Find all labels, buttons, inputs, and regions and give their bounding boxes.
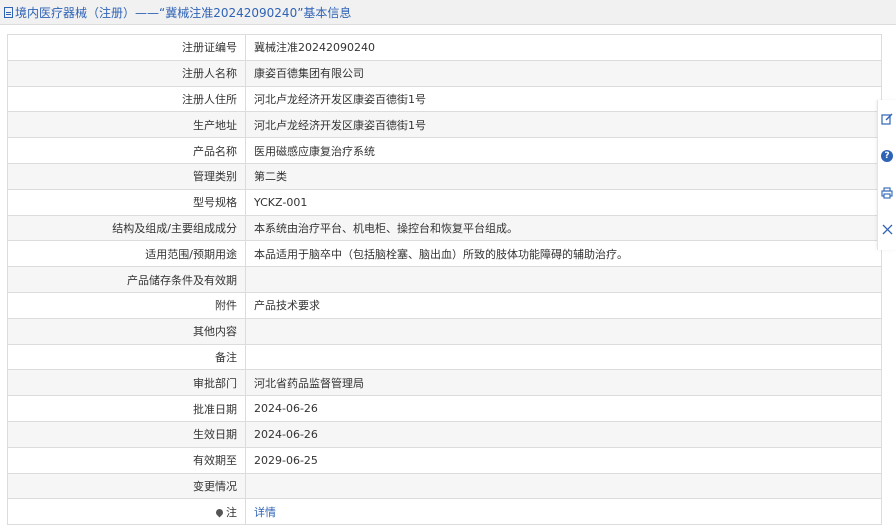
row-value: YCKZ-001 [245, 188, 882, 216]
row-label: 生效日期 [7, 420, 246, 448]
row-label: 审批部门 [7, 369, 246, 397]
print-icon[interactable] [878, 174, 896, 211]
table-row: 批准日期 2024-06-26 [7, 395, 882, 422]
row-label: 其他内容 [7, 317, 246, 345]
table-row: 审批部门 河北省药品监督管理局 [7, 369, 882, 397]
info-table: 注册证编号 冀械注准20242090240 注册人名称 康姿百德集团有限公司 注册人… [7, 34, 882, 526]
page-title: 境内医疗器械（注册）——“冀械注准20242090240”基本信息 [15, 5, 352, 20]
pin-icon [214, 507, 225, 518]
row-value: 河北卢龙经济开发区康姿百德街1号 [245, 85, 882, 113]
row-value: 本品适用于脑卒中（包括脑栓塞、脑出血）所致的肢体功能障碍的辅助治疗。 [245, 240, 882, 268]
table-row: 产品名称 医用磁感应康复治疗系统 [7, 137, 882, 164]
row-label: 批准日期 [7, 395, 246, 422]
table-row: 产品储存条件及有效期 [7, 266, 882, 293]
row-label: 附件 [7, 291, 246, 319]
row-value: 河北卢龙经济开发区康姿百德街1号 [245, 111, 882, 139]
row-value [245, 317, 882, 345]
row-label: 注册人名称 [7, 59, 246, 87]
row-value: 本系统由治疗平台、机电柜、操控台和恢复平台组成。 [245, 214, 882, 242]
help-icon[interactable]: ? [878, 137, 896, 174]
row-value: 冀械注准20242090240 [245, 34, 882, 61]
row-label: 产品名称 [7, 137, 246, 164]
close-icon[interactable] [878, 211, 896, 248]
details-link[interactable]: 详情 [254, 506, 276, 519]
table-row: 备注 [7, 343, 882, 371]
row-value: 2024-06-26 [245, 395, 882, 422]
title-bar: 境内医疗器械（注册）——“冀械注准20242090240”基本信息 [0, 0, 896, 25]
row-label: 注册证编号 [7, 34, 246, 61]
note-label: 注 [226, 505, 237, 519]
table-row: 有效期至 2029-06-25 [7, 446, 882, 474]
row-label: 管理类别 [7, 162, 246, 190]
table-row: 结构及组成/主要组成成分 本系统由治疗平台、机电柜、操控台和恢复平台组成。 [7, 214, 882, 242]
row-value [245, 343, 882, 371]
row-label: 变更情况 [7, 472, 246, 500]
table-row: 变更情况 [7, 472, 882, 500]
row-label: 产品储存条件及有效期 [7, 266, 246, 293]
row-label: 结构及组成/主要组成成分 [7, 214, 246, 242]
row-label: 生产地址 [7, 111, 246, 139]
table-row: 其他内容 [7, 317, 882, 345]
row-label: 备注 [7, 343, 246, 371]
table-row: 适用范围/预期用途 本品适用于脑卒中（包括脑栓塞、脑出血）所致的肢体功能障碍的辅助… [7, 240, 882, 268]
edit-icon[interactable] [878, 100, 896, 137]
row-value: 河北省药品监督管理局 [245, 369, 882, 397]
row-value: 产品技术要求 [245, 291, 882, 319]
table-row: 附件 产品技术要求 [7, 291, 882, 319]
row-value: 医用磁感应康复治疗系统 [245, 137, 882, 164]
table-row: 管理类别 第二类 [7, 162, 882, 190]
row-label: 适用范围/预期用途 [7, 240, 246, 268]
table-row: 生效日期 2024-06-26 [7, 420, 882, 448]
row-value: 康姿百德集团有限公司 [245, 59, 882, 87]
row-value: 2029-06-25 [245, 446, 882, 474]
row-label: 型号规格 [7, 188, 246, 216]
row-value: 2024-06-26 [245, 420, 882, 448]
row-value: 第二类 [245, 162, 882, 190]
table-row: 注册证编号 冀械注准20242090240 [7, 34, 882, 61]
note-value-cell: 详情 [245, 498, 882, 526]
document-icon [4, 6, 13, 18]
row-label: 注册人住所 [7, 85, 246, 113]
side-toolbar: ? [877, 100, 896, 250]
table-row: 注册人名称 康姿百德集团有限公司 [7, 59, 882, 87]
table-row: 注册人住所 河北卢龙经济开发区康姿百德街1号 [7, 85, 882, 113]
row-label: 有效期至 [7, 446, 246, 474]
note-label-cell: 注 [7, 498, 246, 526]
note-row: 注 详情 [7, 498, 882, 526]
row-value [245, 266, 882, 293]
table-row: 型号规格 YCKZ-001 [7, 188, 882, 216]
table-row: 生产地址 河北卢龙经济开发区康姿百德街1号 [7, 111, 882, 139]
row-value [245, 472, 882, 500]
